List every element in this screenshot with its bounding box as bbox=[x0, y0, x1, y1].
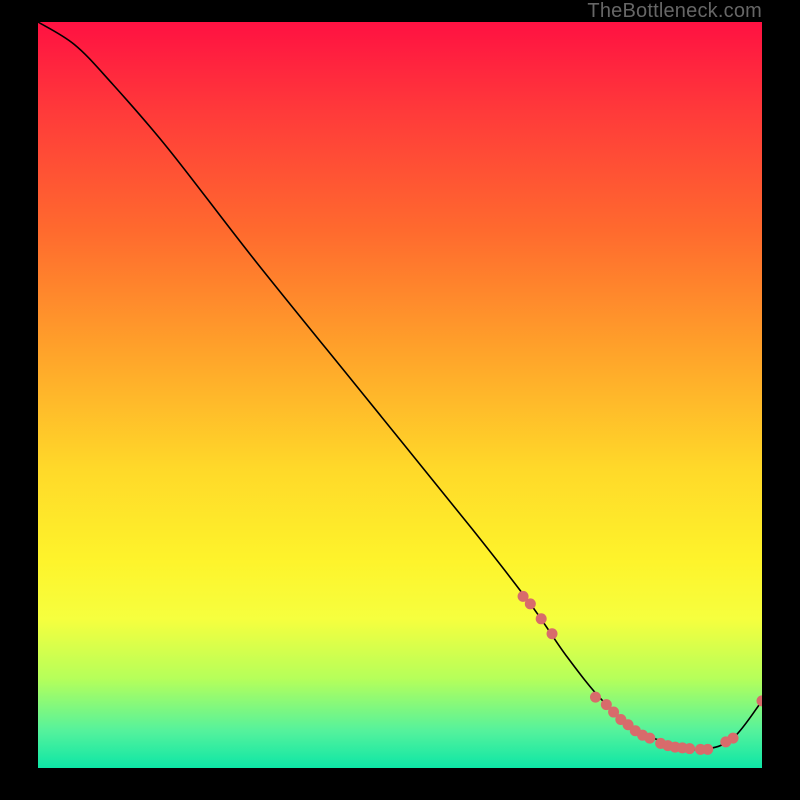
marker-dot bbox=[536, 613, 547, 624]
marker-dot bbox=[757, 695, 763, 706]
marker-dot bbox=[547, 628, 558, 639]
marker-dot bbox=[590, 692, 601, 703]
watermark-text: TheBottleneck.com bbox=[587, 0, 762, 23]
bottleneck-curve bbox=[38, 22, 762, 750]
marker-dot bbox=[728, 733, 739, 744]
curve-layer bbox=[38, 22, 762, 768]
marker-group bbox=[518, 591, 762, 755]
chart-stage: TheBottleneck.com bbox=[0, 0, 800, 800]
marker-dot bbox=[525, 598, 536, 609]
plot-area bbox=[38, 22, 762, 768]
marker-dot bbox=[702, 744, 713, 755]
marker-dot bbox=[684, 743, 695, 754]
marker-dot bbox=[644, 733, 655, 744]
